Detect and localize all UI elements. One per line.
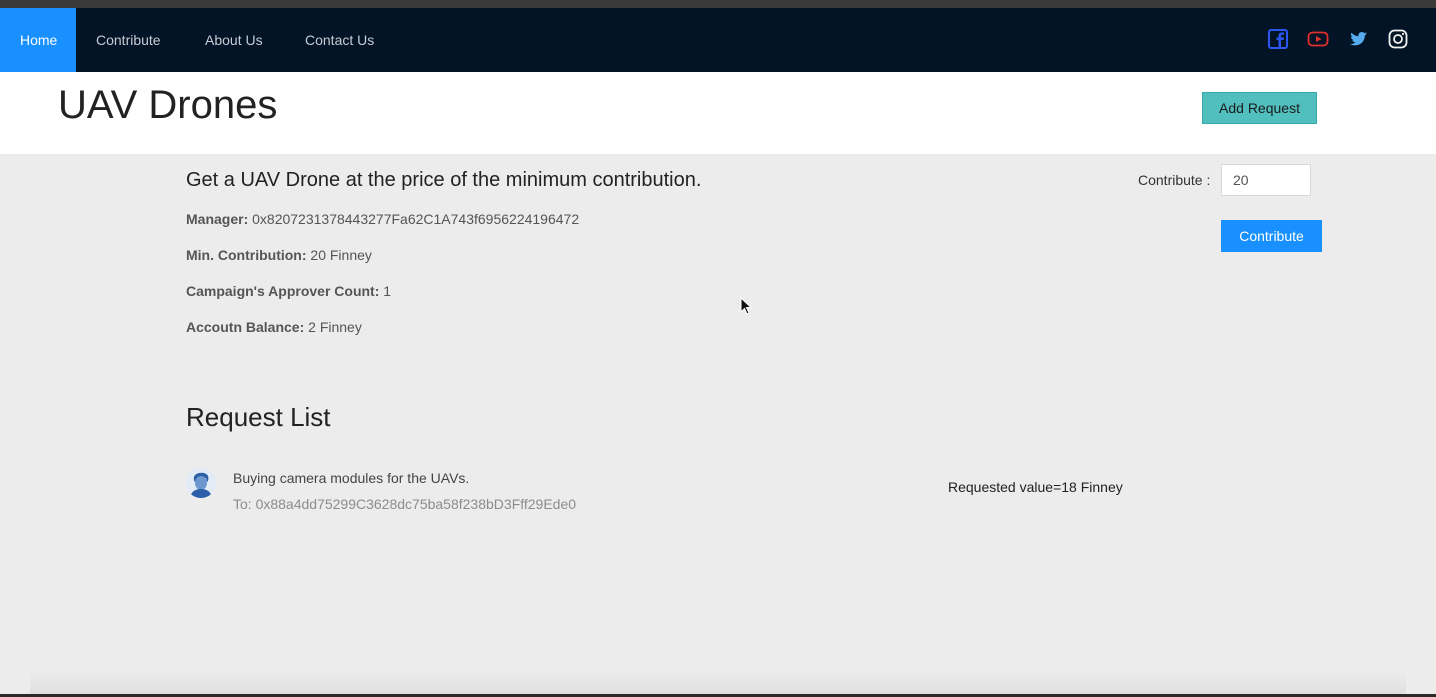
page-header: UAV Drones Add Request: [0, 72, 1436, 154]
contribute-amount-input[interactable]: [1221, 164, 1311, 196]
contribute-label-text: Contribute: [1138, 172, 1203, 188]
top-navigation: Home Contribute About Us Contact Us: [0, 8, 1436, 72]
approver-count-label: Campaign's Approver Count:: [186, 283, 380, 299]
window-top-strip: [0, 0, 1436, 8]
balance-label: Accoutn Balance:: [186, 319, 305, 335]
page-title: UAV Drones: [58, 83, 278, 127]
nav-item-contribute[interactable]: Contribute: [76, 8, 181, 72]
min-contribution-value: 20 Finney: [310, 247, 372, 263]
mouse-cursor-icon: [740, 297, 752, 315]
instagram-icon[interactable]: [1387, 28, 1409, 50]
twitter-icon[interactable]: [1347, 28, 1369, 50]
min-contribution-label: Min. Contribution:: [186, 247, 307, 263]
campaign-headline: Get a UAV Drone at the price of the mini…: [186, 169, 702, 191]
balance-value: 2 Finney: [308, 319, 362, 335]
contribute-label: Contribute :: [1138, 172, 1210, 188]
contribute-label-colon: :: [1206, 172, 1211, 188]
manager-row: Manager: 0x8207231378443277Fa62C1A743f69…: [186, 211, 579, 227]
youtube-icon[interactable]: [1307, 28, 1329, 50]
min-contribution-row: Min. Contribution: 20 Finney: [186, 247, 372, 263]
facebook-icon[interactable]: [1267, 28, 1289, 50]
nav-item-contact-us[interactable]: Contact Us: [285, 8, 394, 72]
nav-item-about-us[interactable]: About Us: [185, 8, 283, 72]
request-recipient: To: 0x88a4dd75299C3628dc75ba58f238bD3Fff…: [233, 496, 577, 512]
approver-count-row: Campaign's Approver Count: 1: [186, 283, 391, 299]
request-value: Requested value=18 Finney: [948, 479, 1123, 495]
contribute-button[interactable]: Contribute: [1221, 220, 1322, 252]
request-list-title: Request List: [186, 402, 331, 432]
manager-value: 0x8207231378443277Fa62C1A743f69562241964…: [252, 211, 580, 227]
nav-item-home[interactable]: Home: [0, 8, 76, 72]
request-title: Buying camera modules for the UAVs.: [233, 470, 470, 486]
approver-count-value: 1: [383, 283, 392, 299]
avatar: [186, 468, 216, 498]
manager-label: Manager:: [186, 211, 249, 227]
balance-row: Accoutn Balance: 2 Finney: [186, 319, 362, 335]
add-request-button[interactable]: Add Request: [1202, 92, 1317, 124]
list-item[interactable]: Buying camera modules for the UAVs. To: …: [186, 466, 1146, 516]
